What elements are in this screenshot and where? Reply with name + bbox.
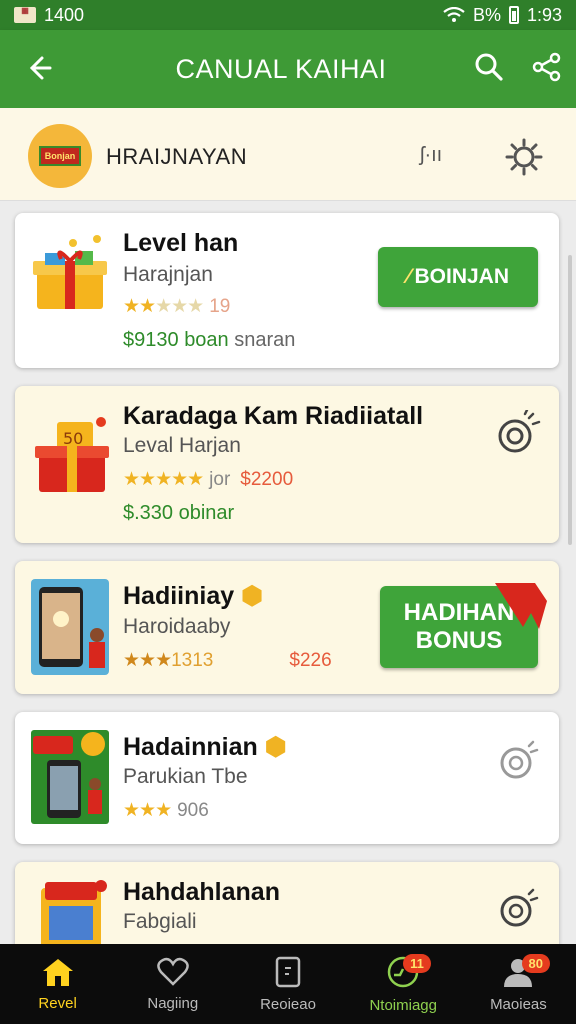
reward-card-4[interactable]: Hadainnian ⬢ Parukian Tbe ★★★ 906 bbox=[15, 712, 559, 844]
card-rating: ★★★★★ 19 bbox=[123, 295, 230, 318]
card-title: Hadiiniay ⬢ bbox=[123, 581, 263, 611]
machine-icon bbox=[41, 880, 107, 948]
card-subtitle: Haroidaaby bbox=[123, 615, 231, 638]
reward-card-3[interactable]: Hadiiniay ⬢ Haroidaaby ★★★1313 $226 HADIH… bbox=[15, 561, 559, 694]
share-button[interactable] bbox=[518, 52, 576, 87]
timer-icon[interactable] bbox=[495, 738, 541, 784]
timer-icon[interactable] bbox=[495, 886, 541, 932]
card-subtitle: Harajnjan bbox=[123, 263, 213, 286]
nav-label: Nagiing bbox=[147, 994, 199, 1012]
scrollbar[interactable] bbox=[568, 255, 572, 545]
card-icon bbox=[275, 956, 301, 987]
star-rating-icon: ★★★ bbox=[123, 800, 172, 821]
card-title: Level han bbox=[123, 229, 239, 257]
svg-text:50: 50 bbox=[63, 429, 83, 448]
rating-count: 19 bbox=[209, 296, 231, 317]
wand-icon: ⁄ bbox=[406, 265, 411, 288]
gift-box-icon bbox=[33, 235, 107, 309]
rating-count: 906 bbox=[177, 800, 209, 821]
card-title: Hahdahlanan bbox=[123, 878, 280, 906]
reward-card-2[interactable]: 50 Karadaga Kam Riadiiatall Leval Harjan… bbox=[15, 386, 559, 543]
app-title: CANUAL KAIHAI bbox=[175, 53, 387, 84]
share-icon bbox=[532, 52, 561, 81]
nav-label: Ntoimiagg bbox=[369, 996, 437, 1014]
card-rating: ★★★1313 $226 bbox=[123, 649, 332, 672]
phone-icon bbox=[31, 579, 109, 675]
card-subtitle: Leval Harjan bbox=[123, 434, 241, 457]
back-arrow-icon bbox=[29, 56, 52, 80]
card-title: Karadaga Kam Riadiiatall bbox=[123, 402, 424, 430]
nav-item-nagiing[interactable]: Nagiing bbox=[115, 944, 230, 1024]
card-rating: ★★★★★ jor $2200 bbox=[123, 468, 293, 491]
reward-amount: $.330 obinar bbox=[123, 502, 235, 524]
coin-icon: ⬢ bbox=[264, 733, 287, 761]
ribbon-icon bbox=[495, 583, 547, 629]
card-reward-line: $9130 boan snaran bbox=[123, 329, 295, 352]
claim-button[interactable]: ⁄ BOINJAN bbox=[378, 247, 538, 307]
battery-icon bbox=[508, 6, 519, 24]
nav-label: Reoieao bbox=[260, 995, 316, 1013]
card-price: $226 bbox=[289, 650, 332, 671]
card-title-text: Hadainnian bbox=[123, 733, 258, 761]
nav-label: Maoieas bbox=[490, 995, 547, 1013]
search-button[interactable] bbox=[460, 52, 518, 87]
notification-badge: 11 bbox=[403, 954, 431, 973]
reward-card-1[interactable]: Level han Harajnjan ★★★★★ 19 $9130 boan s… bbox=[15, 213, 559, 368]
status-time: 1400 bbox=[44, 4, 85, 25]
timer-icon[interactable] bbox=[493, 410, 541, 458]
bonus-button-line2: BONUS bbox=[415, 627, 503, 654]
gift-box-icon: 50 bbox=[35, 417, 109, 492]
filter-button[interactable]: ʃ·ıı bbox=[420, 144, 442, 167]
reward-amount: $9130 bbox=[123, 329, 179, 351]
promo-image-icon bbox=[31, 730, 109, 824]
search-icon bbox=[475, 53, 503, 81]
card-subtitle: Parukian Tbe bbox=[123, 765, 248, 788]
wifi-icon bbox=[443, 7, 465, 22]
shop-name: HRAIJNAYAN bbox=[106, 144, 248, 169]
star-rating-icon: ★★★ bbox=[123, 650, 172, 671]
star-rating-icon: ★★ bbox=[123, 296, 156, 317]
coin-icon: ⬢ bbox=[241, 582, 263, 610]
claim-button-label: BOINJAN bbox=[414, 265, 510, 288]
rating-count: 1313 bbox=[171, 650, 214, 671]
star-rating-icon: ★★★★★ bbox=[123, 469, 204, 490]
card-subtitle: Fabgiali bbox=[123, 910, 197, 933]
home-icon bbox=[42, 958, 73, 986]
nav-item-reoieao[interactable]: Reoieao bbox=[230, 944, 345, 1024]
nav-item-ntoimiagg[interactable]: 11 Ntoimiagg bbox=[346, 944, 461, 1024]
reward-note: snaran bbox=[234, 329, 296, 351]
nav-item-maoieas[interactable]: 80 Maoieas bbox=[461, 944, 576, 1024]
bottom-nav: Revel Nagiing Reoieao 11 Ntoimiagg 80 Ma… bbox=[0, 944, 576, 1024]
reward-label: boan bbox=[184, 329, 229, 351]
gear-icon bbox=[505, 138, 543, 176]
logo-text: Bonjan bbox=[38, 146, 82, 166]
notification-app-icon: ▦ bbox=[14, 7, 36, 23]
card-price: $2200 bbox=[240, 469, 294, 490]
nav-label: Revel bbox=[38, 994, 77, 1012]
card-title: Hadainnian ⬢ bbox=[123, 732, 287, 762]
card-rating: ★★★ 906 bbox=[123, 799, 209, 822]
notification-badge: 80 bbox=[521, 954, 551, 973]
heart-icon bbox=[157, 957, 189, 986]
shop-logo: Bonjan bbox=[28, 124, 92, 188]
star-empty-icon: ★★★ bbox=[155, 296, 204, 317]
nav-item-revel[interactable]: Revel bbox=[0, 944, 115, 1024]
app-bar: CANUAL KAIHAI bbox=[0, 30, 576, 108]
status-clock: 1:93 bbox=[526, 4, 562, 25]
status-bar: ▦ 1400 B% 1:93 bbox=[0, 0, 576, 30]
card-title-text: Hadiiniay bbox=[123, 582, 235, 610]
back-button[interactable] bbox=[0, 48, 78, 90]
shop-header: Bonjan HRAIJNAYAN ʃ·ıı bbox=[0, 108, 576, 306]
settings-button[interactable] bbox=[505, 138, 543, 181]
signal-text: B% bbox=[472, 4, 501, 25]
rating-text: jor bbox=[209, 469, 231, 490]
